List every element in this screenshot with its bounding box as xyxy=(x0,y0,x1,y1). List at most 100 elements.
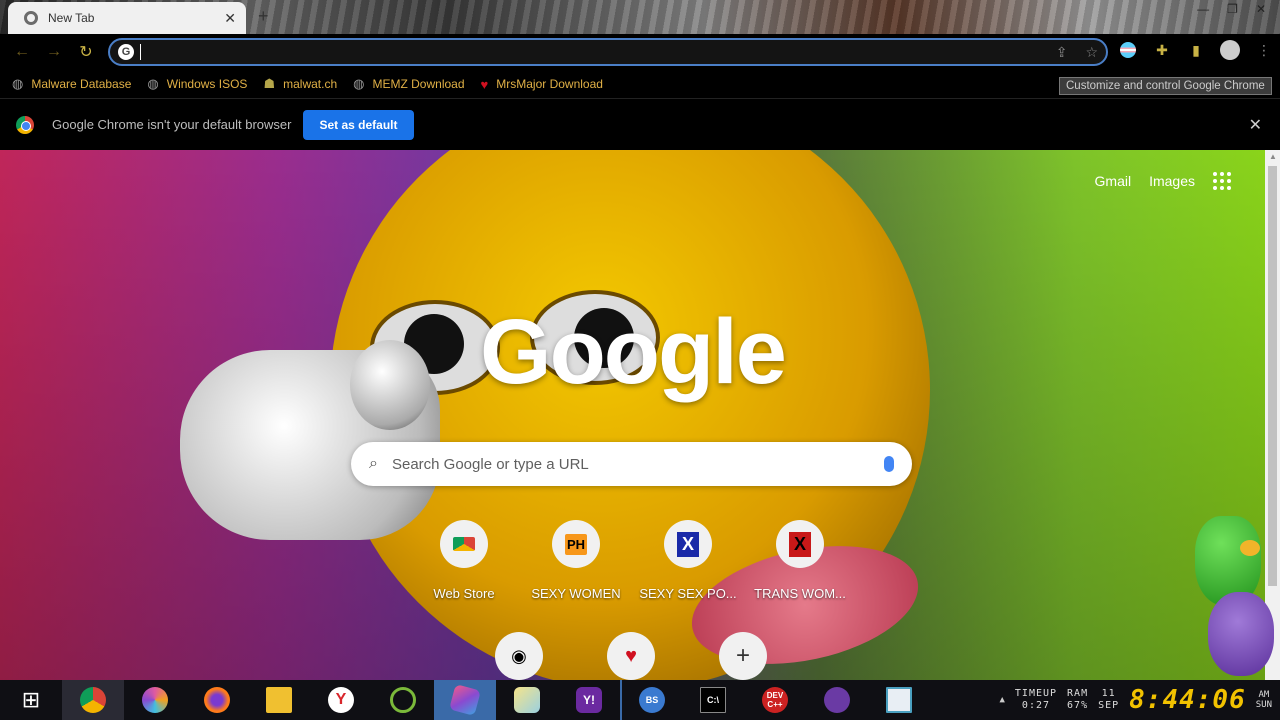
bookmark-malware-database[interactable]: ◍ Malware Database xyxy=(12,76,131,92)
ram-widget: RAM 67% xyxy=(1067,688,1089,711)
search-box[interactable]: ⌕ Search Google or type a URL xyxy=(351,442,912,486)
bookmark-memz-download[interactable]: ◍ MEMZ Download xyxy=(353,76,464,92)
reload-button[interactable]: ↻ xyxy=(70,42,102,62)
x-site-red-icon: X xyxy=(776,520,824,568)
forward-button[interactable]: → xyxy=(38,43,70,61)
bookmark-star-icon[interactable]: ☆ xyxy=(1085,44,1098,61)
menu-tooltip: Customize and control Google Chrome xyxy=(1059,77,1272,95)
google-logo: Google xyxy=(480,301,787,403)
tab-title: New Tab xyxy=(48,11,95,25)
globe-icon: ◍ xyxy=(147,76,159,91)
restore-button[interactable]: ❐ xyxy=(1227,2,1238,16)
add-shortcut-button[interactable]: + xyxy=(719,632,767,680)
bluestacks-icon: BS xyxy=(639,687,665,713)
folder-icon xyxy=(266,687,292,713)
raccoon-shortcut-icon[interactable]: ◉ xyxy=(495,632,543,680)
ph-site-icon: PH xyxy=(552,520,600,568)
bonzibuddy-mascot-icon xyxy=(1208,592,1274,676)
shortcut-trans-wom[interactable]: X TRANS WOM... xyxy=(754,520,846,601)
heart-shortcut-icon[interactable]: ♥ xyxy=(607,632,655,680)
globe-icon: ◍ xyxy=(353,76,365,91)
google-g-icon: G xyxy=(118,44,134,60)
dev-cpp-icon: DEV C++ xyxy=(762,687,788,713)
green-app-icon xyxy=(390,687,416,713)
shortcuts-row-2: ◉ ♥ + xyxy=(495,632,767,680)
skull-icon: ☗ xyxy=(263,76,276,91)
globe-icon: ◍ xyxy=(12,76,24,91)
x-site-blue-icon: X xyxy=(664,520,712,568)
taskbar-yandex[interactable]: Y xyxy=(310,680,372,720)
start-button[interactable]: ⊞ xyxy=(0,680,62,720)
chrome-logo-icon xyxy=(16,115,34,134)
window-controls: — ❐ ✕ xyxy=(1183,0,1280,18)
new-tab-page: Gmail Images Google ⌕ Search Google or t… xyxy=(0,150,1265,680)
google-apps-icon[interactable] xyxy=(1213,172,1231,190)
shortcut-sexy-sex-po[interactable]: X SEXY SEX PO... xyxy=(639,520,737,601)
firefox-icon xyxy=(204,687,230,713)
tray-clock[interactable]: 8:44:06 xyxy=(1129,685,1246,715)
extensions-area: ✚ ▮ ⋮ xyxy=(1118,40,1274,60)
taskbar-file-explorer[interactable] xyxy=(248,680,310,720)
pinwheel-icon xyxy=(142,687,168,713)
taskbar-notepad[interactable] xyxy=(868,680,930,720)
back-button[interactable]: ← xyxy=(6,43,38,61)
scrollbar-thumb[interactable] xyxy=(1268,166,1277,586)
parrot-beak xyxy=(1240,540,1260,556)
heart-icon: ♥ xyxy=(480,76,489,92)
taskbar-bonzi[interactable] xyxy=(806,680,868,720)
web-store-icon xyxy=(440,520,488,568)
address-bar[interactable]: G ⇪ ☆ xyxy=(108,38,1108,66)
images-link[interactable]: Images xyxy=(1149,173,1195,189)
taskbar-terminal[interactable]: C:\ xyxy=(682,680,744,720)
set-as-default-button[interactable]: Set as default xyxy=(303,109,414,140)
profile-avatar-icon[interactable] xyxy=(1220,40,1240,60)
system-tray: ▲ TIMEUP 0:27 RAM 67% 11 SEP 8:44:06 AM SUN xyxy=(999,680,1280,720)
taskbar-bluestacks[interactable]: BS xyxy=(620,680,682,720)
bookmark-malwatch[interactable]: ☗ malwat.ch xyxy=(263,76,337,92)
bookmark-windows-isos[interactable]: ◍ Windows ISOS xyxy=(147,76,247,92)
chrome-icon xyxy=(80,687,106,713)
flag-extension-icon[interactable] xyxy=(1118,40,1138,60)
top-links: Gmail Images xyxy=(1095,172,1231,190)
taskbar-chrome[interactable] xyxy=(62,680,124,720)
taskbar-firefox[interactable] xyxy=(186,680,248,720)
taskbar-green-app[interactable] xyxy=(372,680,434,720)
date-widget: 11 SEP xyxy=(1098,688,1120,711)
chrome-menu-icon[interactable]: ⋮ xyxy=(1254,40,1274,60)
shortcut-web-store[interactable]: Web Store xyxy=(420,520,508,601)
taskbar-gem-app[interactable] xyxy=(434,680,496,720)
timeup-widget: TIMEUP 0:27 xyxy=(1014,688,1058,711)
side-panel-icon[interactable]: ▮ xyxy=(1186,40,1206,60)
puzzle-extensions-icon[interactable]: ✚ xyxy=(1152,40,1172,60)
tray-overflow-icon[interactable]: ▲ xyxy=(999,695,1004,705)
default-browser-infobar: Google Chrome isn't your default browser… xyxy=(0,98,1280,150)
tab-new-tab[interactable]: New Tab ✕ xyxy=(8,2,246,34)
scroll-up-icon[interactable]: ▲ xyxy=(1269,152,1277,161)
yahoo-icon: Y! xyxy=(576,687,602,713)
notes-icon xyxy=(514,687,540,713)
new-tab-button[interactable]: + xyxy=(258,6,269,27)
gmail-link[interactable]: Gmail xyxy=(1095,173,1132,189)
shortcut-sexy-women[interactable]: PH SEXY WOMEN xyxy=(531,520,621,601)
infobar-close-icon[interactable]: ✕ xyxy=(1249,115,1262,135)
text-caret xyxy=(140,44,141,60)
vertical-scrollbar[interactable]: ▲ xyxy=(1265,150,1280,680)
taskbar-dev-cpp[interactable]: DEV C++ xyxy=(744,680,806,720)
bookmark-mrsmajor-download[interactable]: ♥ MrsMajor Download xyxy=(481,77,603,92)
search-placeholder[interactable]: Search Google or type a URL xyxy=(392,456,884,473)
ampm-weekday: AM SUN xyxy=(1255,690,1272,710)
taskbar-notes-app[interactable] xyxy=(496,680,558,720)
gem-icon xyxy=(449,684,481,716)
microphone-icon[interactable] xyxy=(884,456,894,472)
tab-close-icon[interactable]: ✕ xyxy=(224,10,236,27)
search-icon: ⌕ xyxy=(369,455,378,472)
minimize-button[interactable]: — xyxy=(1197,2,1209,16)
taskbar-yahoo[interactable]: Y! xyxy=(558,680,620,720)
taskbar-pinwheel[interactable] xyxy=(124,680,186,720)
new-tab-favicon-icon xyxy=(24,11,38,25)
share-icon[interactable]: ⇪ xyxy=(1056,44,1068,61)
bonzi-icon xyxy=(824,687,850,713)
terminal-icon: C:\ xyxy=(700,687,726,713)
infobar-message: Google Chrome isn't your default browser xyxy=(52,117,292,132)
close-window-button[interactable]: ✕ xyxy=(1256,2,1266,16)
